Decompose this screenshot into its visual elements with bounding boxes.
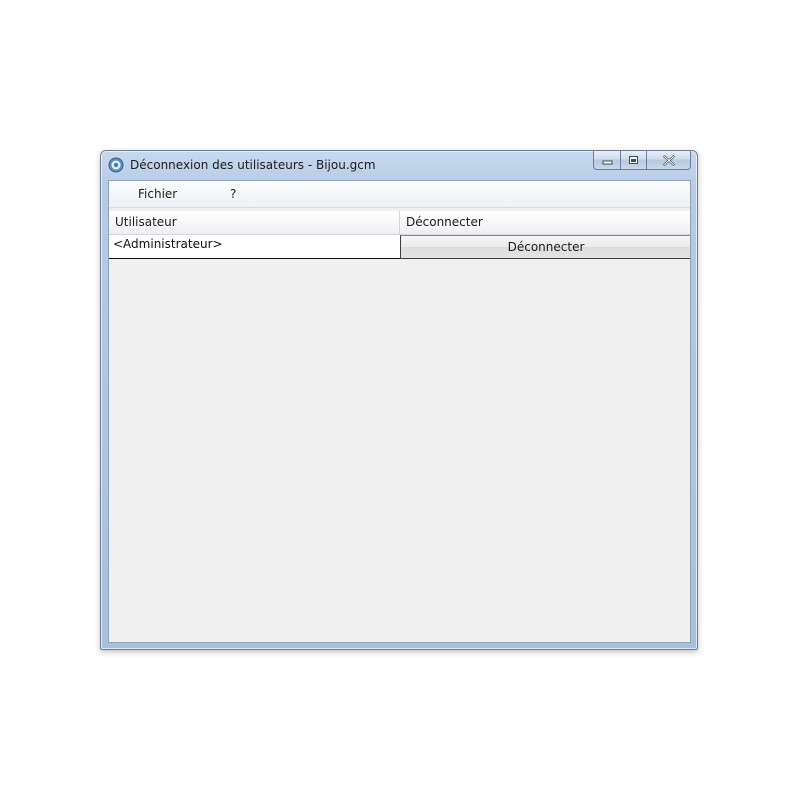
app-icon: [108, 157, 124, 173]
column-header-utilisateur[interactable]: Utilisateur: [109, 211, 400, 234]
user-cell[interactable]: <Administrateur>: [109, 235, 400, 259]
users-grid: Utilisateur Déconnecter <Administrateur>…: [109, 211, 690, 259]
menu-bar: Fichier ?: [109, 181, 690, 208]
column-header-deconnecter[interactable]: Déconnecter: [400, 211, 690, 234]
close-button[interactable]: [646, 151, 691, 170]
app-window: Déconnexion des utilisateurs - Bijou.gcm: [100, 150, 698, 650]
title-bar[interactable]: Déconnexion des utilisateurs - Bijou.gcm: [101, 151, 697, 180]
maximize-button[interactable]: [620, 151, 646, 170]
grid-header: Utilisateur Déconnecter: [109, 211, 690, 235]
window-title: Déconnexion des utilisateurs - Bijou.gcm: [130, 158, 376, 172]
minimize-button[interactable]: [593, 151, 620, 170]
menu-help[interactable]: ?: [230, 187, 236, 201]
close-icon: [662, 154, 675, 166]
maximize-icon: [629, 156, 638, 164]
table-row: <Administrateur> Déconnecter: [109, 235, 690, 259]
menu-fichier[interactable]: Fichier: [138, 187, 177, 201]
minimize-icon: [602, 160, 612, 164]
disconnect-button[interactable]: Déconnecter: [400, 235, 690, 259]
caption-buttons: [593, 151, 691, 170]
client-area: Fichier ? Utilisateur Déconnecter <Admin…: [108, 180, 691, 643]
